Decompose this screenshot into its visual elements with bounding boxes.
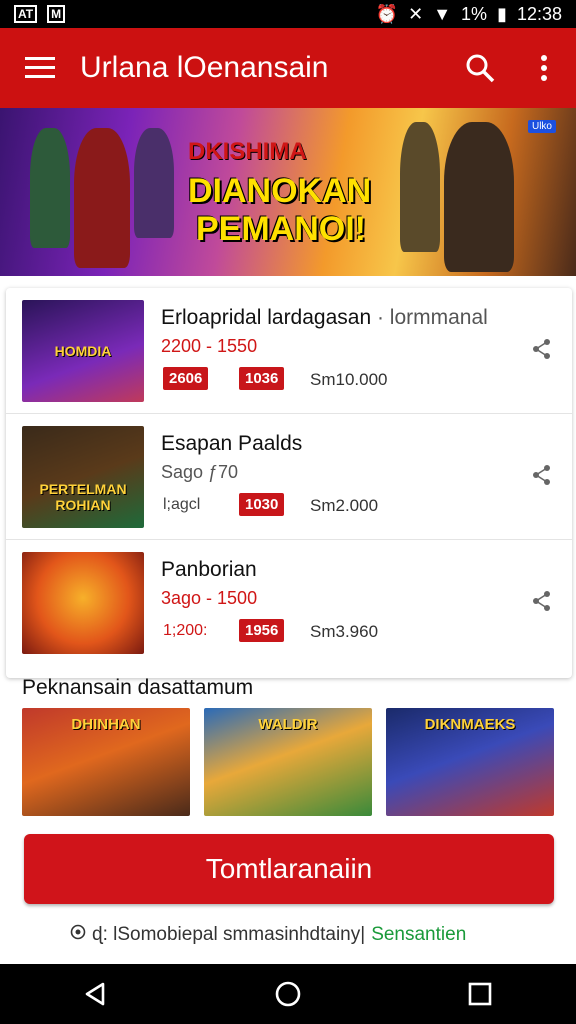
signal-off-icon: ✕ [408, 3, 424, 24]
wifi-icon: ▼ [433, 3, 452, 24]
list-item[interactable]: Panborian 3ago - 1500 1;200: 1956 Sm3.96… [6, 540, 572, 666]
item-price-text: Sago ƒ70 [161, 462, 239, 482]
footer-link[interactable]: Sensantien [371, 924, 466, 946]
footer: ɖ: lSomobiepal smmasinhdtainy| Sensantie… [70, 924, 466, 946]
home-icon[interactable] [258, 964, 318, 1024]
game-tile[interactable]: DHINHAN [22, 708, 190, 816]
item-amount: Sm10.000 [310, 370, 388, 389]
list-item[interactable]: HOMDIA Erloapridal lardagasan · lormmana… [6, 288, 572, 414]
battery-percent: 1% [461, 3, 488, 24]
item-tag: · lormmanal [371, 306, 488, 329]
thumbnail-title: HOMDIA [54, 343, 112, 359]
status-badge-1: AT [14, 5, 38, 23]
cta-area: Tomtlaranaiin ɖ: lSomobiepal smmasinhdta… [0, 816, 576, 964]
item-list: HOMDIA Erloapridal lardagasan · lormmana… [6, 288, 572, 678]
item-name: Panborian [161, 558, 257, 581]
item-price: 2200 - 1550 [161, 336, 258, 356]
app-bar: Urlana lOenansain [0, 28, 576, 108]
item-amount: Sm2.000 [310, 496, 379, 515]
section-title: Peknansain dasattamum [22, 676, 254, 699]
item-name: Esapan Paalds [161, 432, 303, 455]
item-price: 3ago - 1500 [161, 588, 258, 608]
game-tile[interactable]: WALDIR [204, 708, 372, 816]
banner-line-1: DKISHIMA [188, 138, 307, 165]
menu-icon[interactable] [0, 28, 80, 108]
tile-title: DIKNMAEKS [424, 716, 516, 733]
more-vert-icon[interactable] [512, 28, 576, 108]
item-chip-1: 1;200: [163, 622, 207, 640]
chip-2-label: 1956 [239, 619, 285, 642]
chip-1-label: 2606 [163, 367, 209, 390]
banner-line-2: DIANOKAN [188, 172, 372, 210]
search-icon[interactable] [448, 28, 512, 108]
app-title: Urlana lOenansain [80, 51, 329, 84]
chip-1-label: l;agcl [163, 496, 201, 513]
item-name-text: Erloapridal lardagasan [161, 306, 372, 329]
item-thumbnail: PERTELMAN ROHIAN [22, 426, 144, 528]
alarm-icon: ⏰ [375, 3, 399, 24]
promo-banner[interactable]: DKISHIMA DIANOKAN PEMANOI! Ulko [0, 108, 576, 276]
share-icon[interactable] [532, 338, 552, 365]
tile-title: WALDIR [258, 716, 318, 733]
footer-text: ɖ: lSomobiepal smmasinhdtainy| [92, 924, 366, 945]
status-badge-2: M [47, 5, 66, 23]
list-item[interactable]: PERTELMAN ROHIAN Esapan Paalds Sago ƒ70 … [6, 414, 572, 540]
system-nav-bar [0, 964, 576, 1024]
banner-hero-art [30, 128, 174, 268]
status-bar: AT M ⏰ ✕ ▼ 1% ▮ 12:38 [0, 0, 576, 28]
chip-2-label: 1036 [239, 367, 285, 390]
item-thumbnail [22, 552, 144, 654]
tile-title: DHINHAN [71, 716, 141, 733]
chip-2-label: 1030 [239, 493, 285, 516]
item-chip-1: 2606 [163, 367, 209, 390]
recents-icon[interactable] [450, 964, 510, 1024]
radio-icon[interactable] [70, 924, 86, 946]
item-name: Erloapridal lardagasan · lormmanal [161, 306, 488, 330]
share-icon[interactable] [532, 464, 552, 491]
item-chip-1: l;agcl [163, 496, 200, 514]
banner-line-3: PEMANOI! [196, 210, 366, 248]
banner-soldier-art [400, 122, 514, 272]
game-tile[interactable]: DIKNMAEKS [386, 708, 554, 816]
share-icon[interactable] [532, 590, 552, 617]
banner-badge: Ulko [527, 120, 556, 133]
item-price: Sago ƒ70 [161, 462, 238, 483]
item-chip-2: 1030 [239, 493, 285, 516]
item-thumbnail: HOMDIA [22, 300, 144, 402]
primary-cta-button[interactable]: Tomtlaranaiin [24, 834, 554, 904]
chip-1-label: 1;200: [163, 622, 208, 639]
item-chip-2: 1036 [239, 367, 285, 390]
clock: 12:38 [516, 3, 562, 24]
item-chip-2: 1956 [239, 619, 285, 642]
item-amount: Sm3.960 [310, 622, 379, 641]
thumbnail-title: PERTELMAN ROHIAN [39, 481, 127, 514]
battery-icon: ▮ [497, 3, 507, 24]
back-icon[interactable] [66, 964, 126, 1024]
